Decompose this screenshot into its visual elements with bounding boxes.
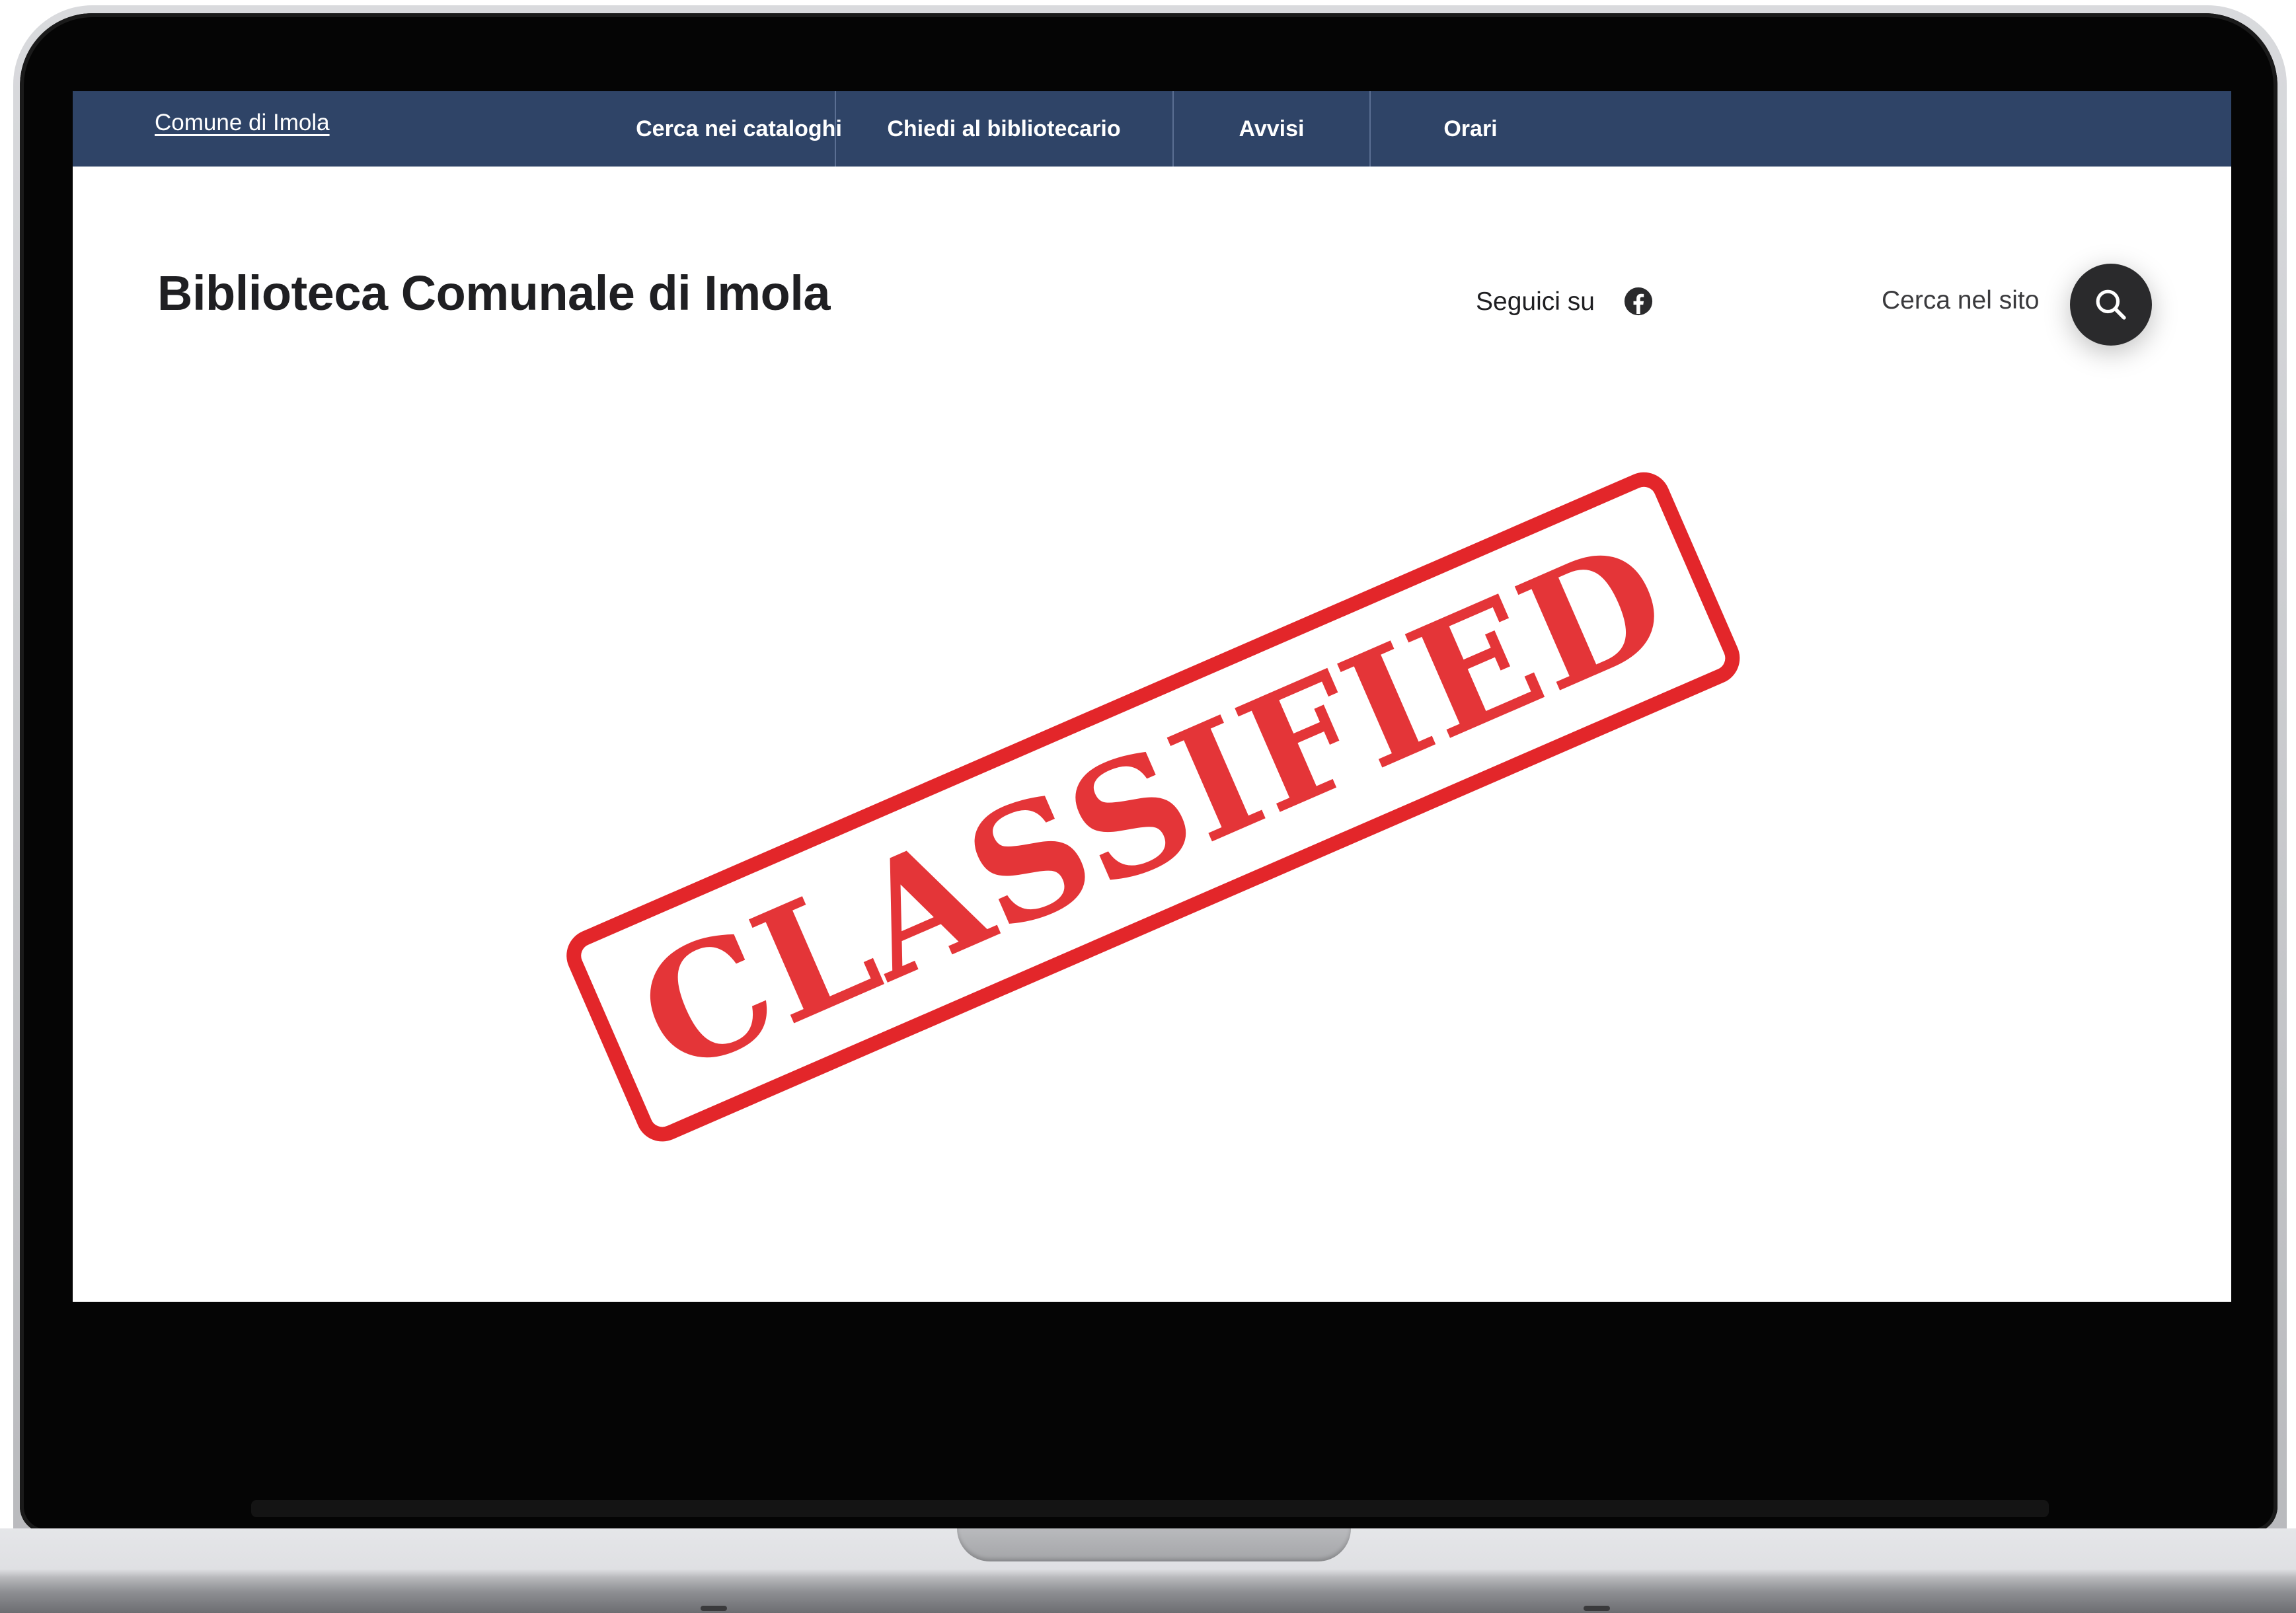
top-navigation-bar: Comune di Imola Cerca nei cataloghi Chie… [73, 91, 2231, 167]
comune-di-imola-link[interactable]: Comune di Imola [155, 111, 330, 134]
social-follow-label: Seguici su [1476, 287, 1595, 316]
classified-stamp: CLASSIFIED [558, 463, 1749, 1150]
nav-item-label: Chiedi al bibliotecario [887, 116, 1121, 141]
nav-item-label: Orari [1443, 116, 1498, 141]
search-button[interactable] [2070, 264, 2152, 346]
search-icon [2096, 289, 2126, 320]
browser-screen: Comune di Imola Cerca nei cataloghi Chie… [73, 91, 2231, 1302]
site-title[interactable]: Biblioteca Comunale di Imola [157, 269, 831, 318]
nav-item-avvisi[interactable]: Avvisi [1174, 91, 1369, 167]
laptop-foot-left [701, 1606, 727, 1611]
search-site-label: Cerca nel sito [1882, 286, 2040, 315]
nav-item-label: Cerca nei cataloghi [636, 116, 842, 141]
facebook-icon[interactable] [1623, 286, 1654, 317]
nav-item-label: Avvisi [1239, 116, 1305, 141]
laptop-hinge-notch [957, 1528, 1351, 1561]
classified-stamp-text: CLASSIFIED [615, 506, 1693, 1110]
laptop-chin [251, 1500, 2049, 1517]
nav-item-orari[interactable]: Orari [1371, 91, 1570, 167]
hero-image-area: CLASSIFIED [73, 356, 2231, 1302]
site-header: Biblioteca Comunale di Imola Seguici su … [73, 167, 2231, 365]
laptop-foot-right [1584, 1606, 1610, 1611]
nav-item-chiedi-al-bibliotecario[interactable]: Chiedi al bibliotecario [836, 91, 1172, 167]
